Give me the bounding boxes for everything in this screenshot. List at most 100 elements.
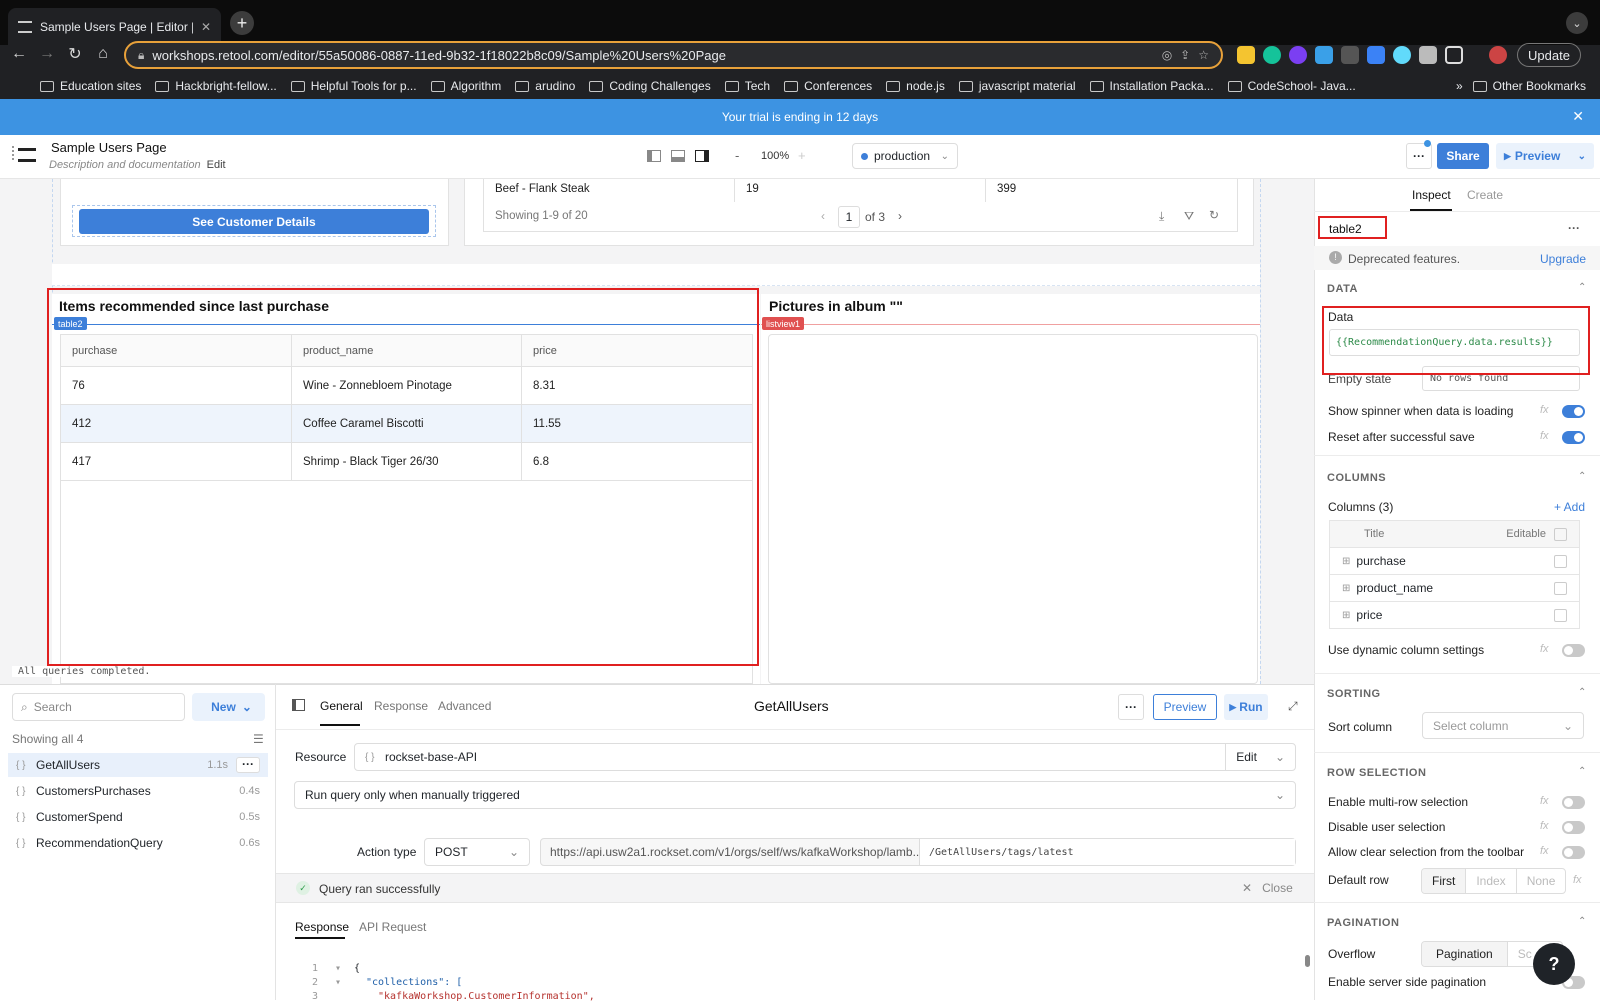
prev-page-icon[interactable]: ‹: [821, 209, 825, 223]
share-icon[interactable]: ⇪: [1180, 48, 1190, 62]
listview-tag[interactable]: listview1: [762, 317, 805, 330]
filter-icon[interactable]: ⛛: [1184, 209, 1194, 224]
forward-icon[interactable]: →: [36, 43, 58, 65]
bookmark-algorithm[interactable]: Algorithm: [430, 79, 501, 93]
segment-pagination[interactable]: Pagination: [1422, 942, 1508, 966]
expand-icon[interactable]: ⤢: [1288, 699, 1298, 714]
chevron-up-icon[interactable]: ⌃: [1578, 282, 1586, 293]
clear-selection-toggle[interactable]: [1562, 846, 1585, 859]
new-tab-button[interactable]: +: [230, 11, 254, 35]
editable-checkbox[interactable]: [1554, 581, 1567, 595]
trigger-select[interactable]: Run query only when manually triggered ⌄: [294, 781, 1296, 809]
extension-zoom-icon[interactable]: [1367, 46, 1385, 64]
tab-search-icon[interactable]: ⌄: [1566, 12, 1588, 34]
bookmark-tech[interactable]: Tech: [724, 79, 770, 93]
back-icon[interactable]: ←: [8, 43, 30, 65]
query-item-recommendationquery[interactable]: { } RecommendationQuery 0.6s: [8, 831, 268, 855]
fx-icon[interactable]: fx: [1540, 643, 1549, 655]
query-options-button[interactable]: ···: [1118, 694, 1144, 720]
filter-settings-icon[interactable]: ☰: [253, 732, 264, 746]
query-more-button[interactable]: ···: [236, 757, 260, 773]
disable-selection-toggle[interactable]: [1562, 821, 1585, 834]
bookmark-codeschool[interactable]: CodeSchool- Java...: [1227, 79, 1356, 93]
browser-tab[interactable]: Sample Users Page | Editor | Re ✕: [8, 8, 221, 45]
chevron-up-icon[interactable]: ⌃: [1578, 687, 1586, 698]
side-panel-icon[interactable]: [1445, 46, 1463, 64]
drag-handle-icon[interactable]: [12, 146, 15, 160]
zoom-in-button[interactable]: +: [798, 148, 806, 163]
close-banner-icon[interactable]: ✕: [1572, 108, 1584, 125]
new-query-button[interactable]: New ⌄: [192, 693, 265, 721]
next-page-icon[interactable]: ›: [898, 209, 902, 223]
bookmark-education[interactable]: Education sites: [40, 79, 141, 93]
star-icon[interactable]: ☆: [1198, 48, 1209, 62]
section-pagination[interactable]: PAGINATION: [1327, 917, 1399, 929]
chevron-up-icon[interactable]: ⌃: [1578, 916, 1586, 927]
bookmark-coding-challenges[interactable]: Coding Challenges: [589, 79, 711, 93]
download-icon[interactable]: ⤓: [1159, 209, 1164, 224]
section-data[interactable]: DATA: [1327, 283, 1358, 295]
fx-icon[interactable]: fx: [1573, 874, 1582, 886]
query-item-customerspend[interactable]: { } CustomerSpend 0.5s: [8, 805, 268, 829]
home-icon[interactable]: ⌂: [92, 43, 114, 65]
segment-index[interactable]: Index: [1466, 869, 1517, 893]
segment-first[interactable]: First: [1422, 869, 1467, 893]
tab-create[interactable]: Create: [1467, 188, 1503, 202]
segment-none[interactable]: None: [1517, 869, 1566, 893]
bookmark-nodejs[interactable]: node.js: [886, 79, 945, 93]
query-preview-button[interactable]: Preview: [1153, 694, 1217, 720]
bookmark-other[interactable]: Other Bookmarks: [1472, 79, 1586, 93]
extension-notes-icon[interactable]: [1237, 46, 1255, 64]
sort-column-select[interactable]: Select column ⌄: [1422, 712, 1584, 739]
scrollbar[interactable]: [1305, 955, 1310, 967]
address-bar[interactable]: 🔒︎ workshops.retool.com/editor/55a50086-…: [124, 41, 1223, 69]
more-bookmarks-icon[interactable]: »: [1456, 79, 1463, 93]
tab-advanced[interactable]: Advanced: [438, 699, 491, 713]
bookmark-arudino[interactable]: arudino: [515, 79, 575, 93]
help-icon[interactable]: ?: [1533, 943, 1575, 985]
method-select[interactable]: POST ⌄: [424, 838, 530, 866]
extension-react-icon[interactable]: [1393, 46, 1411, 64]
collapse-panel-icon[interactable]: [292, 699, 305, 711]
edit-description-link[interactable]: Edit: [207, 159, 226, 171]
dynamic-columns-toggle[interactable]: [1562, 644, 1585, 657]
tab-response[interactable]: Response: [374, 699, 428, 713]
fx-icon[interactable]: fx: [1540, 845, 1549, 857]
column-row-product-name[interactable]: ⊞ product_name: [1329, 575, 1580, 602]
query-name[interactable]: GetAllUsers: [754, 698, 829, 714]
fx-icon[interactable]: fx: [1540, 404, 1549, 416]
retool-logo-icon[interactable]: [18, 148, 36, 162]
query-search-input[interactable]: ⌕ Search: [12, 693, 185, 721]
close-results-button[interactable]: ✕ Close: [1242, 881, 1293, 895]
multi-row-toggle[interactable]: [1562, 796, 1585, 809]
section-sorting[interactable]: SORTING: [1327, 688, 1381, 700]
upgrade-link[interactable]: Upgrade: [1540, 252, 1586, 266]
url-field[interactable]: https://api.usw2a1.rockset.com/v1/orgs/s…: [540, 838, 1296, 866]
run-button[interactable]: ▶ Run: [1224, 694, 1268, 720]
bookmark-helpful-tools[interactable]: Helpful Tools for p...: [290, 79, 417, 93]
eye-off-icon[interactable]: ◎: [1162, 48, 1172, 62]
page-input[interactable]: 1: [838, 206, 860, 228]
fx-icon[interactable]: fx: [1540, 820, 1549, 832]
add-column-button[interactable]: + Add: [1554, 500, 1585, 514]
fx-icon[interactable]: fx: [1540, 430, 1549, 442]
chevron-up-icon[interactable]: ⌃: [1578, 471, 1586, 482]
column-row-price[interactable]: ⊞ price: [1329, 602, 1580, 629]
fx-icon[interactable]: fx: [1540, 795, 1549, 807]
refresh-icon[interactable]: ↻: [1209, 208, 1219, 222]
bottom-panel-toggle-icon[interactable]: [671, 150, 685, 162]
update-button[interactable]: Update: [1517, 43, 1581, 67]
tab-general[interactable]: General: [320, 699, 363, 713]
close-tab-icon[interactable]: ✕: [201, 20, 211, 34]
column-row-purchase[interactable]: ⊞ purchase: [1329, 548, 1580, 575]
editable-all-checkbox[interactable]: [1554, 527, 1567, 541]
profile-avatar[interactable]: [1489, 46, 1507, 64]
right-panel-toggle-icon[interactable]: [695, 150, 709, 162]
bookmark-conferences[interactable]: Conferences: [784, 79, 872, 93]
extensions-puzzle-icon[interactable]: [1419, 46, 1437, 64]
reload-icon[interactable]: ↻: [64, 43, 86, 65]
section-columns[interactable]: COLUMNS: [1327, 472, 1386, 484]
tab-api-request[interactable]: API Request: [359, 920, 426, 934]
bookmark-javascript[interactable]: javascript material: [958, 79, 1076, 93]
environment-select[interactable]: production ⌄: [852, 143, 958, 169]
